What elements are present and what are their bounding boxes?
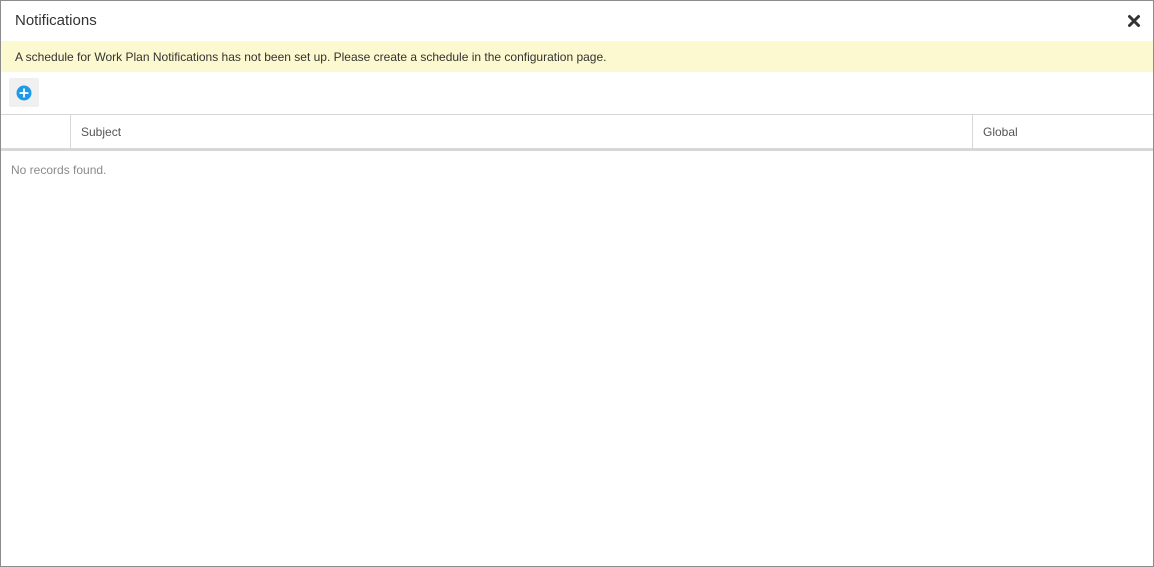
column-header-subject[interactable]: Subject <box>71 115 973 148</box>
schedule-warning-banner: A schedule for Work Plan Notifications h… <box>1 41 1153 72</box>
notifications-dialog: Notifications A schedule for Work Plan N… <box>0 0 1154 567</box>
dialog-title: Notifications <box>15 12 97 29</box>
column-header-global-label: Global <box>983 125 1018 139</box>
add-notification-button[interactable] <box>9 78 39 107</box>
banner-message: A schedule for Work Plan Notifications h… <box>15 50 607 64</box>
column-header-select[interactable] <box>1 115 71 148</box>
column-header-global[interactable]: Global <box>973 115 1153 148</box>
grid-body: No records found. <box>1 151 1153 566</box>
column-header-subject-label: Subject <box>81 125 122 139</box>
dialog-title-bar: Notifications <box>1 1 1153 41</box>
close-button[interactable] <box>1125 12 1143 30</box>
close-icon <box>1128 15 1140 27</box>
empty-records-message: No records found. <box>11 163 107 177</box>
toolbar <box>1 72 1153 114</box>
plus-circle-icon <box>16 85 32 101</box>
grid-header: Subject Global <box>1 114 1153 151</box>
